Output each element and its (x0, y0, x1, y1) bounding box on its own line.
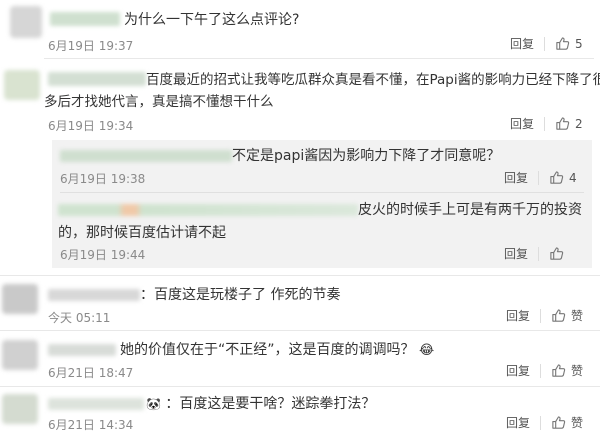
reply-button[interactable]: 回复 (510, 35, 534, 52)
comment-time: 6月21日 14:34 (48, 418, 134, 432)
reply-button[interactable]: 回复 (506, 307, 530, 324)
avatar[interactable] (10, 6, 42, 38)
vertical-separator (544, 36, 546, 51)
like-count: 5 (575, 36, 583, 51)
vertical-separator (540, 363, 542, 378)
vertical-separator (544, 116, 546, 131)
thumbs-up-icon (556, 117, 570, 130)
username[interactable] (60, 150, 232, 162)
vertical-separator (538, 170, 540, 185)
vertical-separator (540, 308, 542, 323)
comment-text-body: 她的价值仅在于“不正经”，这是百度的调调吗？ (120, 342, 415, 358)
reply-button[interactable]: 回复 (506, 414, 530, 431)
thumbs-up-icon (552, 364, 566, 377)
comment-text: 她的价值仅在于“不正经”，这是百度的调调吗？ 😂 (120, 340, 434, 361)
reply-button[interactable]: 回复 (504, 169, 528, 186)
comment-text-body: ：百度这是要干啥？迷踪拳打法？ (165, 396, 376, 412)
username[interactable] (48, 289, 140, 301)
reply-actions: 回复 (504, 245, 569, 262)
like-button[interactable]: 5 (555, 36, 583, 51)
divider (0, 386, 600, 387)
username[interactable] (58, 204, 358, 216)
avatar[interactable] (2, 340, 38, 370)
username[interactable] (48, 72, 146, 86)
comment-actions: 回复 赞 (506, 362, 583, 379)
username[interactable] (50, 12, 120, 26)
divider (60, 192, 584, 193)
like-button[interactable]: 赞 (551, 307, 583, 324)
divider (0, 330, 600, 331)
thumbs-up-icon (556, 37, 570, 50)
comment-actions: 回复 2 (510, 115, 583, 132)
username[interactable] (48, 344, 116, 356)
reply-button[interactable]: 回复 (504, 245, 528, 262)
thumbs-up-icon (550, 247, 564, 260)
divider (44, 58, 594, 59)
like-label: 赞 (571, 309, 584, 323)
comment-actions: 回复 5 (510, 35, 583, 52)
comment-thread: 为什么一下午了这么点评论? 6月19日 19:37 回复 5 百度最近的招式让我… (0, 0, 600, 432)
avatar[interactable] (2, 284, 38, 314)
comment-time: 6月19日 19:37 (48, 39, 134, 53)
thumbs-up-icon (552, 309, 566, 322)
like-button[interactable] (549, 246, 569, 261)
reply-button[interactable]: 回复 (510, 115, 534, 132)
comment-text-line1: 百度最近的招式让我等吃瓜群众真是看不懂，在Papi酱的影响力已经下降了很 (146, 72, 600, 88)
comment-actions: 回复 赞 (506, 307, 583, 324)
like-label: 赞 (571, 364, 584, 378)
reply-time: 6月19日 19:44 (60, 248, 146, 262)
avatar[interactable] (4, 70, 40, 100)
username[interactable] (48, 398, 144, 410)
like-button[interactable]: 4 (549, 170, 577, 185)
panda-emoji-icon: 🐼 (146, 397, 161, 411)
comment-time: 6月21日 18:47 (48, 366, 134, 380)
comment-time: 今天 05:11 (48, 311, 111, 325)
comment-actions: 回复 赞 (506, 414, 583, 431)
avatar[interactable] (2, 394, 38, 424)
like-count: 4 (569, 170, 577, 185)
thumbs-up-icon (550, 171, 564, 184)
reply-text-line2: 的，那时候百度估计请不起 (58, 225, 226, 241)
reply-actions: 回复 4 (504, 169, 577, 186)
like-label: 赞 (571, 416, 584, 430)
reply-button[interactable]: 回复 (506, 362, 530, 379)
comment-text: 为什么一下午了这么点评论? (124, 12, 300, 28)
comment-time: 6月19日 19:34 (48, 119, 134, 133)
nested-replies: 不定是papi酱因为影响力下降了才同意呢？ 6月19日 19:38 回复 4 皮… (52, 140, 592, 268)
like-button[interactable]: 2 (555, 116, 583, 131)
reply-text: 不定是papi酱因为影响力下降了才同意呢？ (232, 148, 501, 164)
like-button[interactable]: 赞 (551, 414, 583, 431)
like-button[interactable]: 赞 (551, 362, 583, 379)
vertical-separator (538, 246, 540, 261)
comment-text: ：百度这是玩楼子了 作死的节奏 (140, 287, 341, 303)
thumbs-up-icon (552, 416, 566, 429)
vertical-separator (540, 415, 542, 430)
reply-time: 6月19日 19:38 (60, 172, 146, 186)
laughing-emoji-icon: 😂 (418, 343, 435, 358)
reply-text-line1: 皮火的时候手上可是有两千万的投资 (358, 202, 582, 218)
like-count: 2 (575, 116, 583, 131)
divider (0, 275, 600, 276)
comment-text-line2: 多后才找她代言，真是搞不懂想干什么 (44, 94, 274, 110)
comment-text: 🐼 ：百度这是要干啥？迷踪拳打法？ (146, 394, 375, 414)
